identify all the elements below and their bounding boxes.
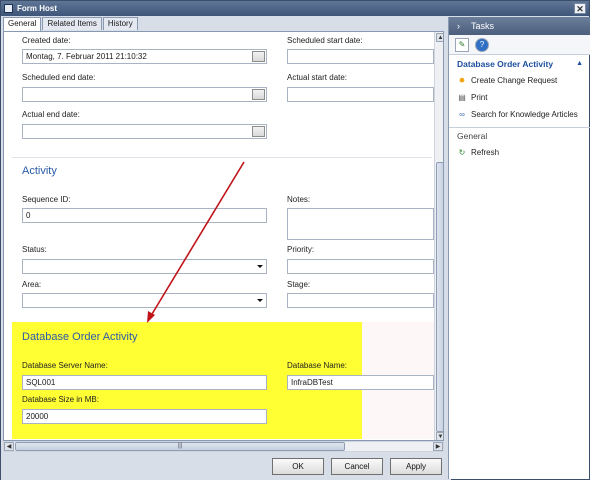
- cancel-button[interactable]: Cancel: [331, 458, 383, 475]
- area-label: Area:: [22, 280, 42, 289]
- scheduled-end-field[interactable]: [22, 87, 267, 102]
- scroll-thumb[interactable]: [436, 162, 443, 432]
- created-date-value: Montag, 7. Februar 2011 21:10:32: [26, 52, 147, 61]
- task-label: Create Change Request: [471, 76, 558, 85]
- actual-end-label: Actual end date:: [22, 110, 80, 119]
- sun-icon: ✸: [458, 76, 466, 85]
- actual-end-field[interactable]: [22, 124, 267, 139]
- priority-label: Priority:: [287, 245, 315, 254]
- sequence-id-value: 0: [26, 211, 31, 220]
- db-size-label: Database Size in MB:: [22, 395, 99, 404]
- scheduled-end-picker-button[interactable]: [252, 89, 265, 100]
- status-dropdown[interactable]: [22, 259, 267, 274]
- scheduled-start-field[interactable]: [287, 49, 434, 64]
- form-area: Created date: Montag, 7. Februar 2011 21…: [3, 31, 444, 441]
- stage-label: Stage:: [287, 280, 311, 289]
- task-label: Print: [471, 93, 488, 102]
- ok-button[interactable]: OK: [272, 458, 324, 475]
- created-date-picker-button[interactable]: [252, 51, 265, 62]
- db-name-field[interactable]: InfraDBTest: [287, 375, 434, 390]
- priority-dropdown[interactable]: [287, 259, 434, 274]
- tasks-tab-icon[interactable]: ✎: [455, 38, 469, 52]
- sequence-id-label: Sequence ID:: [22, 195, 71, 204]
- apply-button[interactable]: Apply: [390, 458, 442, 475]
- scheduled-end-label: Scheduled end date:: [22, 73, 96, 82]
- task-label: Search for Knowledge Articles: [471, 110, 578, 119]
- notes-label: Notes:: [287, 195, 311, 204]
- refresh-icon: ↻: [458, 148, 466, 157]
- chevron-down-icon: [257, 299, 263, 302]
- stage-dropdown[interactable]: [287, 293, 434, 308]
- db-name-value: InfraDBTest: [291, 378, 333, 387]
- task-print[interactable]: ▤ Print: [457, 92, 487, 103]
- db-order-section-title: Database Order Activity: [22, 331, 138, 343]
- general-group-title: General: [457, 131, 488, 141]
- app-icon: [4, 4, 13, 13]
- vertical-scrollbar[interactable]: ▲ ▼: [434, 32, 443, 440]
- tab-general[interactable]: General: [3, 17, 42, 31]
- db-size-field[interactable]: 20000: [22, 409, 267, 424]
- chevron-down-icon: [257, 265, 263, 268]
- created-date-label: Created date:: [22, 36, 71, 45]
- scroll-right-button[interactable]: ▶: [433, 442, 443, 451]
- button-bar: OK Cancel Apply: [1, 453, 451, 480]
- scheduled-start-label: Scheduled start date:: [287, 36, 363, 45]
- group-divider: [449, 127, 590, 128]
- task-pane-tabs: ✎ ?: [449, 35, 590, 55]
- actual-start-label: Actual start date:: [287, 73, 348, 82]
- form-content: Created date: Montag, 7. Februar 2011 21…: [4, 32, 434, 440]
- binoculars-icon: ∞: [459, 110, 465, 119]
- section-divider: [12, 157, 432, 158]
- db-size-value: 20000: [26, 412, 49, 421]
- close-button[interactable]: ✕: [574, 3, 586, 14]
- db-server-field[interactable]: SQL001: [22, 375, 267, 390]
- sequence-id-field[interactable]: 0: [22, 208, 267, 223]
- status-label: Status:: [22, 245, 47, 254]
- scroll-up-button[interactable]: ▲: [436, 33, 443, 42]
- window-title: Form Host: [17, 4, 57, 13]
- task-group-title: Database Order Activity: [457, 59, 554, 69]
- collapse-group-icon[interactable]: ▲: [576, 60, 583, 67]
- scroll-left-button[interactable]: ◀: [4, 442, 14, 451]
- db-server-label: Database Server Name:: [22, 361, 108, 370]
- task-pane-title: Tasks: [471, 21, 495, 31]
- task-label: Refresh: [471, 148, 500, 157]
- form-host-window: Form Host ✕ General Related Items Histor…: [0, 0, 590, 480]
- collapse-pane-icon[interactable]: ›: [457, 17, 460, 35]
- task-pane-header: › Tasks: [449, 17, 590, 35]
- db-name-label: Database Name:: [287, 361, 348, 370]
- activity-section-title: Activity: [22, 165, 57, 177]
- title-bar: Form Host ✕: [1, 1, 589, 16]
- task-search-knowledge[interactable]: ∞ Search for Knowledge Articles: [457, 109, 578, 120]
- horizontal-scrollbar[interactable]: ◀ ||| ▶: [3, 441, 444, 452]
- task-pane: › Tasks ✎ ? Database Order Activity ▲ ✸ …: [448, 17, 590, 479]
- actual-start-field[interactable]: [287, 87, 434, 102]
- tab-history[interactable]: History: [102, 17, 138, 30]
- printer-icon: ▤: [458, 93, 466, 102]
- notes-field[interactable]: [287, 208, 434, 240]
- area-dropdown[interactable]: [22, 293, 267, 308]
- created-date-field[interactable]: Montag, 7. Februar 2011 21:10:32: [22, 49, 267, 64]
- horizontal-scroll-thumb[interactable]: |||: [15, 442, 345, 451]
- tab-related-items[interactable]: Related Items: [42, 17, 102, 30]
- task-create-change-request[interactable]: ✸ Create Change Request: [457, 75, 558, 86]
- db-server-value: SQL001: [26, 378, 56, 387]
- form-tabs: General Related Items History: [3, 17, 139, 31]
- help-tab-icon[interactable]: ?: [475, 38, 489, 52]
- task-refresh[interactable]: ↻ Refresh: [457, 147, 499, 158]
- actual-end-picker-button[interactable]: [252, 126, 265, 137]
- scroll-down-button[interactable]: ▼: [436, 432, 443, 440]
